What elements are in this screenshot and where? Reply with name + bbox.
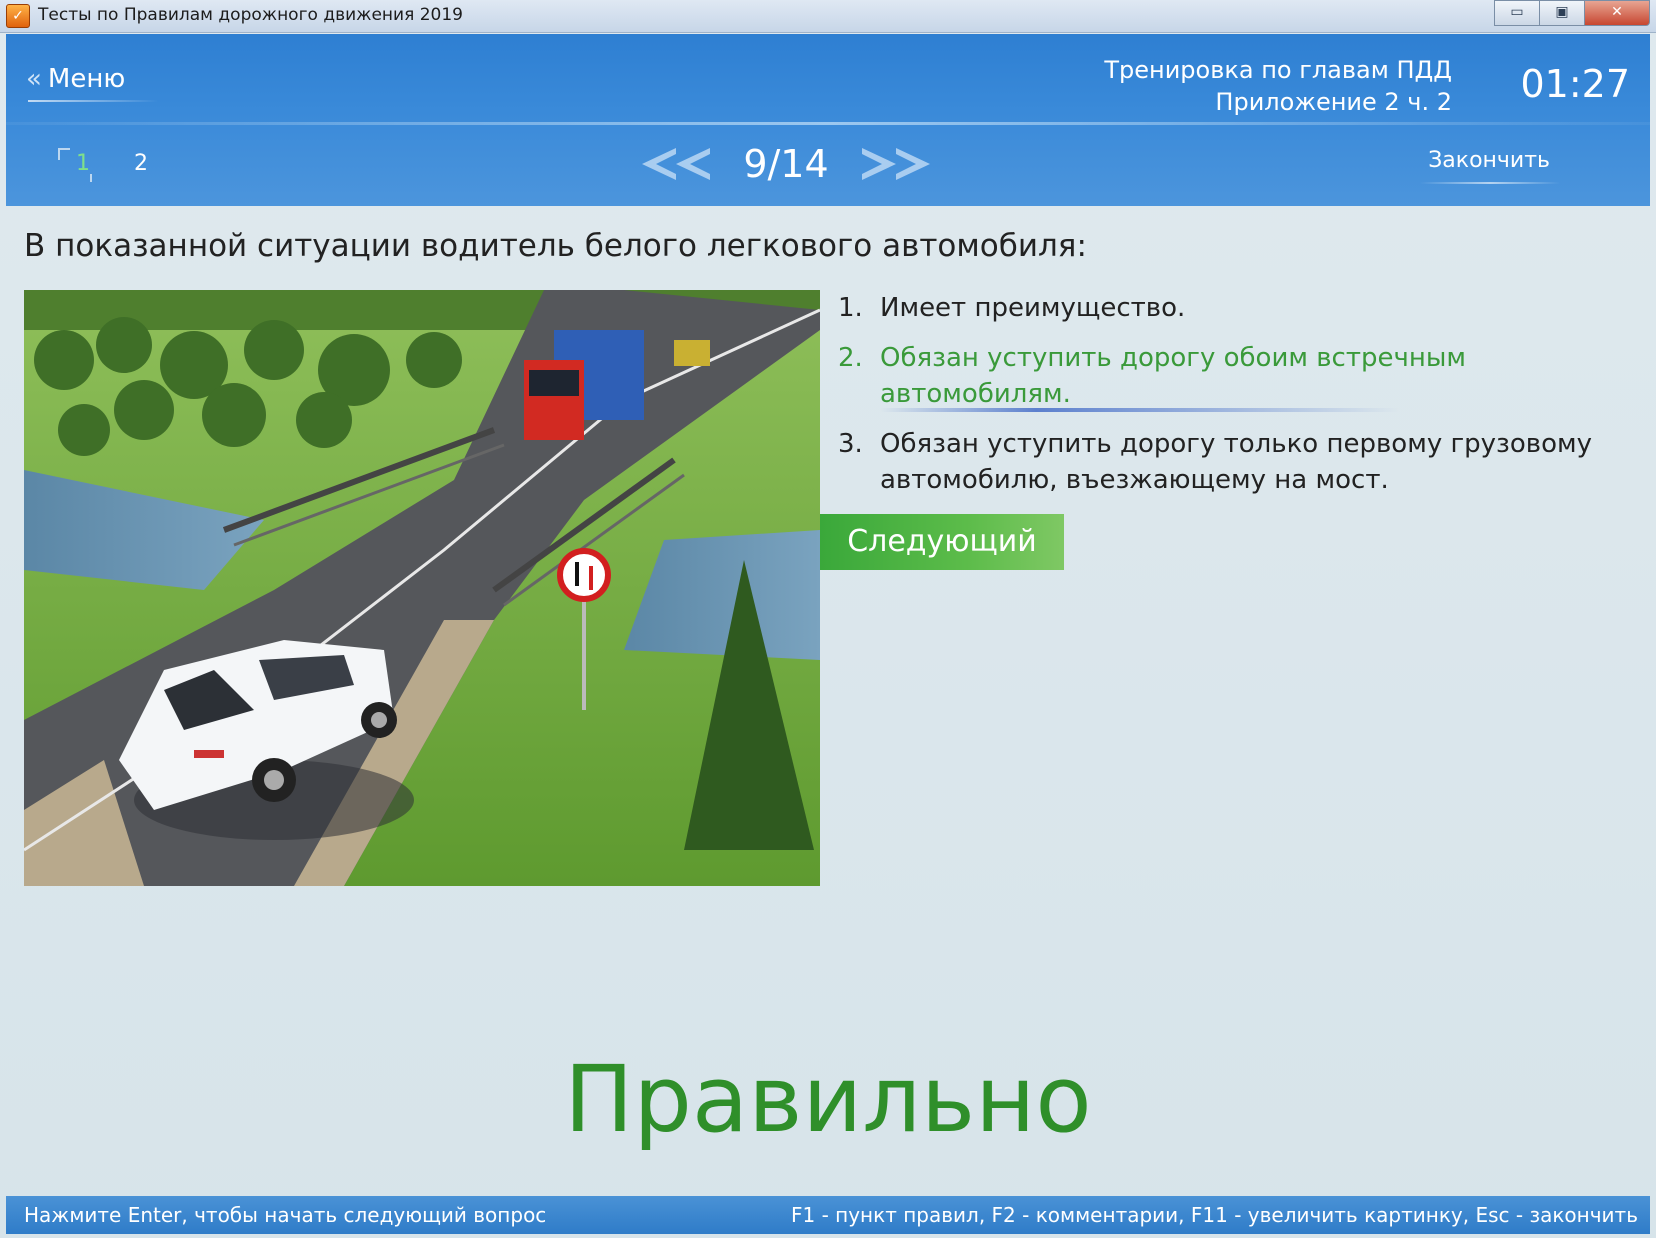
prev-question-button[interactable] — [636, 142, 716, 186]
answer-number: 2. — [838, 343, 863, 373]
double-chevron-right-icon — [862, 148, 930, 180]
finish-underline — [1420, 182, 1560, 184]
answer-text: Имеет преимущество. — [880, 293, 1186, 323]
selected-answer-underline — [880, 408, 1400, 412]
menu-label: Меню — [47, 64, 126, 94]
menu-button[interactable]: «Меню — [26, 64, 125, 94]
window-title: Тесты по Правилам дорожного движения 201… — [38, 5, 463, 25]
answer-option-3[interactable]: 3. Обязан уступить дорогу только первому… — [838, 426, 1618, 498]
header-divider — [6, 122, 1650, 125]
answer-text: Обязан уступить дорогу только первому гр… — [880, 429, 1592, 495]
answer-text: Обязан уступить дорогу обоим встречным а… — [880, 343, 1467, 409]
question-text: В показанной ситуации водитель белого ле… — [24, 228, 1087, 264]
window-controls: ▭ ▣ ✕ — [1494, 0, 1650, 26]
next-button[interactable]: Следующий — [820, 514, 1064, 570]
menu-underline — [28, 100, 158, 102]
minimize-button[interactable]: ▭ — [1494, 0, 1540, 26]
answer-option-2[interactable]: 2. Обязан уступить дорогу обоим встречны… — [838, 340, 1618, 412]
app-icon: ✓ — [6, 4, 30, 28]
double-chevron-left-icon — [642, 148, 710, 180]
answer-list: 1. Имеет преимущество. 2. Обязан уступит… — [838, 290, 1618, 512]
answer-option-1[interactable]: 1. Имеет преимущество. — [838, 290, 1618, 326]
next-question-arrow[interactable] — [856, 142, 936, 186]
question-counter: 9/14 — [743, 142, 829, 186]
hotkeys-hint: F1 - пункт правил, F2 - комментарии, F11… — [790, 1203, 1638, 1227]
header: «Меню Тренировка по главам ПДД Приложени… — [6, 34, 1650, 206]
finish-button[interactable]: Закончить — [1428, 148, 1550, 173]
section-tab-2[interactable]: 2 — [112, 144, 170, 184]
status-hint: Нажмите Enter, чтобы начать следующий во… — [24, 1203, 547, 1227]
title-bar: ✓ Тесты по Правилам дорожного движения 2… — [0, 0, 1656, 33]
question-image[interactable] — [24, 290, 820, 886]
mode-line-2: Приложение 2 ч. 2 — [1215, 88, 1452, 116]
road-scene-illustration — [24, 290, 820, 886]
section-tab-1[interactable]: 1 — [54, 144, 112, 184]
app-window: ✓ Тесты по Правилам дорожного движения 2… — [0, 0, 1656, 1238]
question-pager: 9/14 — [636, 138, 936, 190]
answer-number: 1. — [838, 293, 863, 323]
mode-line-1: Тренировка по главам ПДД — [1104, 56, 1452, 84]
status-bar: Нажмите Enter, чтобы начать следующий во… — [6, 1196, 1650, 1234]
answer-number: 3. — [838, 429, 863, 459]
maximize-button[interactable]: ▣ — [1540, 0, 1585, 26]
double-chevron-left-icon: « — [26, 64, 42, 94]
timer: 01:27 — [1520, 62, 1630, 106]
result-label: Правильно — [564, 1046, 1092, 1153]
close-button[interactable]: ✕ — [1585, 0, 1650, 26]
mode-title: Тренировка по главам ПДД Приложение 2 ч.… — [1104, 54, 1452, 118]
section-tabs: 1 2 — [54, 144, 170, 184]
